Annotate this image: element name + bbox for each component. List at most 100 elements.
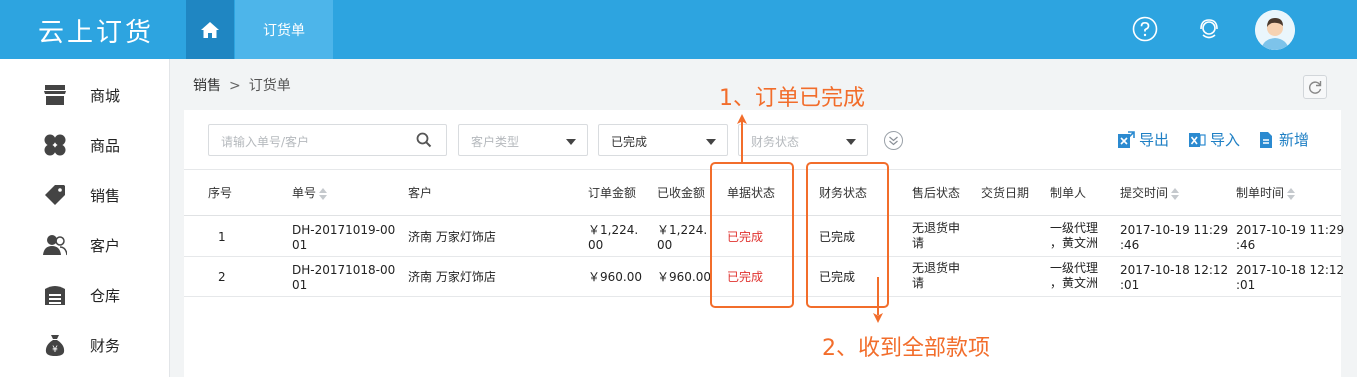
- cell-order-no[interactable]: DH-20171019-00 01: [292, 223, 395, 253]
- sidebar: 商城 商品 销售 客户 仓库 ¥ 财务: [0, 59, 170, 377]
- sidebar-item-label: 商品: [90, 136, 121, 155]
- after-sale-line: 请: [912, 236, 925, 250]
- header-order-no[interactable]: 单号: [292, 184, 328, 201]
- time-line: :01: [1236, 278, 1256, 292]
- search-input[interactable]: 请输入单号/客户: [208, 124, 447, 156]
- time-line: :01: [1120, 278, 1140, 292]
- refresh-button[interactable]: [1303, 75, 1327, 99]
- amount-line: ￥1,224.: [657, 223, 708, 237]
- time-line: :46: [1120, 238, 1140, 252]
- time-line: 2017-10-19 11:29: [1236, 223, 1345, 237]
- creator-line: ，黄文洲: [1050, 236, 1099, 250]
- time-line: 2017-10-18 12:12: [1120, 263, 1229, 277]
- customer-type-placeholder: 客户类型: [471, 135, 520, 149]
- cell-customer: 济南 万家灯饰店: [408, 270, 496, 284]
- sidebar-item-label: 销售: [90, 186, 121, 205]
- header-customer: 客户: [408, 186, 433, 200]
- more-filters-button[interactable]: [884, 131, 903, 150]
- order-status-select[interactable]: 已完成: [598, 124, 728, 156]
- sort-icon[interactable]: [319, 187, 328, 200]
- cell-order-no[interactable]: DH-20171018-00 01: [292, 263, 395, 293]
- header-submit-time[interactable]: 提交时间: [1120, 184, 1180, 201]
- annotation-payment-received: 2、收到全部款项: [822, 336, 990, 361]
- amount-line: ￥1,224.: [588, 223, 639, 237]
- breadcrumb-parent[interactable]: 销售: [193, 78, 221, 94]
- order-status-value: 已完成: [611, 135, 648, 149]
- money-bag-icon: ¥: [43, 333, 67, 357]
- add-button[interactable]: 新增: [1257, 129, 1309, 150]
- highlight-box-doc-status: [710, 162, 794, 308]
- top-bar: 云上订货 订货单: [0, 0, 1357, 59]
- user-avatar[interactable]: [1255, 10, 1295, 50]
- double-chevron-down-icon: [889, 136, 898, 146]
- order-no-line: DH-20171019-00: [292, 223, 396, 237]
- tag-icon: [43, 183, 67, 207]
- amount-line: 00: [657, 238, 673, 252]
- customer-type-select[interactable]: 客户类型: [458, 124, 588, 156]
- tab-order[interactable]: 订货单: [235, 0, 333, 59]
- annotation-order-complete: 1、订单已完成: [719, 86, 865, 111]
- cell-received-amount: ￥1,224. 00: [657, 223, 707, 253]
- sidebar-item-customers[interactable]: 客户: [0, 225, 170, 265]
- cell-after-sale: 无退货申请: [912, 261, 960, 291]
- cell-create-time: 2017-10-19 11:29:46: [1236, 223, 1344, 253]
- finance-status-select[interactable]: 财务状态: [738, 124, 868, 156]
- add-document-icon: [1257, 131, 1275, 149]
- breadcrumb-current: 订货单: [248, 78, 291, 94]
- cell-after-sale: 无退货申请: [912, 221, 960, 251]
- warehouse-icon: [43, 283, 67, 307]
- cell-index: 2: [218, 270, 226, 284]
- home-button[interactable]: [186, 0, 234, 59]
- cell-submit-time: 2017-10-18 12:12:01: [1120, 263, 1228, 293]
- cell-creator: 一级代理 ，黄文洲: [1050, 261, 1098, 291]
- header-create-time[interactable]: 制单时间: [1236, 184, 1296, 201]
- help-icon: [1132, 16, 1158, 42]
- order-no-line: DH-20171018-00: [292, 263, 396, 277]
- sidebar-item-store[interactable]: 商城: [0, 75, 170, 115]
- cell-submit-time: 2017-10-19 11:29:46: [1120, 223, 1228, 253]
- after-sale-line: 请: [912, 276, 925, 290]
- export-button[interactable]: 导出: [1117, 129, 1169, 150]
- cell-customer: 济南 万家灯饰店: [408, 230, 496, 244]
- order-no-line: 01: [292, 238, 308, 252]
- headset-icon: [1200, 19, 1218, 39]
- sidebar-item-finance[interactable]: ¥ 财务: [0, 325, 170, 365]
- cell-order-amount: ￥1,224. 00: [588, 223, 638, 253]
- sidebar-item-label: 仓库: [90, 286, 121, 305]
- sidebar-item-warehouse[interactable]: 仓库: [0, 275, 170, 315]
- support-button[interactable]: [1195, 15, 1223, 43]
- amount-line: 00: [588, 238, 604, 252]
- header-label: 单号: [292, 186, 317, 200]
- search-placeholder: 请输入单号/客户: [221, 135, 310, 149]
- header-after-sale: 售后状态: [912, 186, 961, 200]
- home-icon: [201, 21, 219, 38]
- time-line: 2017-10-19 11:29: [1120, 223, 1229, 237]
- header-order-amount: 订单金额: [588, 186, 637, 200]
- search-icon[interactable]: [416, 132, 432, 152]
- import-button[interactable]: 导入: [1188, 129, 1240, 150]
- time-line: 2017-10-18 12:12: [1236, 263, 1345, 277]
- add-label: 新增: [1279, 131, 1310, 149]
- annotation-arrow-down: [873, 277, 883, 323]
- header-received-amount: 已收金额: [657, 186, 706, 200]
- chevron-down-icon: [566, 139, 576, 145]
- refresh-icon: [1309, 81, 1322, 94]
- sidebar-item-label: 商城: [90, 86, 121, 105]
- help-button[interactable]: [1131, 15, 1159, 43]
- breadcrumb: 销售 > 订货单: [193, 75, 291, 95]
- chevron-down-icon: [846, 139, 856, 145]
- sidebar-item-sales[interactable]: 销售: [0, 175, 170, 215]
- creator-line: ，黄文洲: [1050, 276, 1099, 290]
- sidebar-item-label: 客户: [90, 236, 121, 255]
- time-line: :46: [1236, 238, 1256, 252]
- export-label: 导出: [1139, 131, 1170, 149]
- header-label: 提交时间: [1120, 186, 1169, 200]
- sidebar-item-label: 财务: [90, 336, 121, 355]
- breadcrumb-separator: >: [229, 78, 241, 94]
- header-delivery-date: 交货日期: [981, 186, 1030, 200]
- app-logo[interactable]: 云上订货: [38, 12, 154, 49]
- sort-icon[interactable]: [1171, 187, 1180, 200]
- clover-icon: [43, 133, 67, 157]
- sidebar-item-products[interactable]: 商品: [0, 125, 170, 165]
- sort-icon[interactable]: [1287, 187, 1296, 200]
